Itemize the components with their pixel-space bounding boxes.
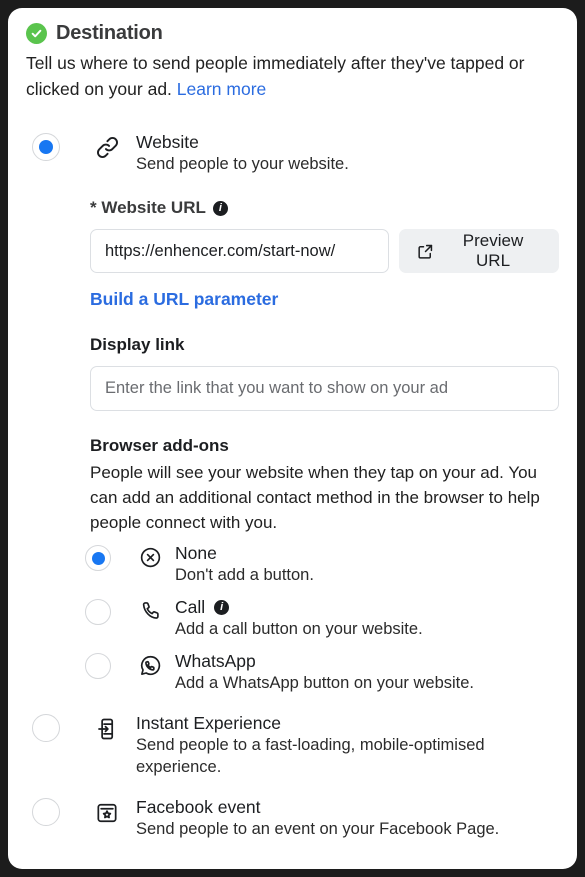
browser-addon-none-title: None [175, 543, 217, 563]
info-icon[interactable]: i [214, 599, 230, 615]
learn-more-link[interactable]: Learn more [177, 79, 267, 99]
browser-addon-none-text: None Don't add a button. [175, 542, 314, 586]
display-link-label: Display link [90, 335, 185, 354]
browser-addon-whatsapp-title: WhatsApp [175, 651, 256, 671]
browser-addon-call-subtitle: Add a call button on your website. [175, 620, 423, 638]
info-icon[interactable]: i [212, 200, 228, 216]
preview-url-button-label: Preview URL [462, 231, 524, 270]
page-title: Destination [56, 22, 163, 44]
external-link-icon [416, 242, 435, 261]
build-url-parameter-link[interactable]: Build a URL parameter [90, 289, 278, 310]
browser-addon-whatsapp-text: WhatsApp Add a WhatsApp button on your w… [175, 650, 474, 694]
destination-option-facebook-event[interactable]: Facebook event Send people to an event o… [26, 796, 559, 840]
instant-experience-icon [86, 716, 128, 742]
destination-option-website-text: Website Send people to your website. [136, 131, 349, 175]
preview-url-button[interactable]: Preview URL [399, 229, 559, 273]
phone-icon [131, 599, 169, 624]
radio-none-dot [91, 551, 105, 565]
instant-experience-title: Instant Experience [136, 713, 281, 733]
facebook-event-title: Facebook event [136, 797, 261, 817]
browser-addons-label: Browser add-ons [90, 436, 229, 455]
website-option-subtitle: Send people to your website. [136, 155, 349, 173]
radio-call[interactable] [85, 599, 111, 625]
whatsapp-icon [131, 653, 169, 678]
browser-addon-call-text: Call i Add a call button on your website… [175, 596, 423, 640]
website-url-input[interactable] [90, 229, 390, 273]
website-url-label: * Website URL [90, 198, 206, 217]
browser-addon-call-title: Call [175, 597, 206, 617]
website-url-row: Preview URL [90, 229, 559, 273]
display-link-input[interactable] [90, 366, 559, 411]
browser-addon-option-none[interactable]: None Don't add a button. [26, 542, 559, 586]
destination-option-instant-experience[interactable]: Instant Experience Send people to a fast… [26, 712, 559, 778]
browser-addon-whatsapp-subtitle: Add a WhatsApp button on your website. [175, 674, 475, 692]
facebook-event-icon [86, 800, 128, 826]
radio-website-dot [39, 140, 53, 154]
radio-whatsapp[interactable] [85, 653, 111, 679]
destination-card: Destination Tell us where to send people… [8, 8, 577, 869]
facebook-event-subtitle: Send people to an event on your Facebook… [136, 820, 500, 838]
radio-instant-experience[interactable] [32, 714, 60, 742]
check-circle-icon [26, 23, 47, 44]
facebook-event-text: Facebook event Send people to an event o… [136, 796, 499, 840]
link-icon [86, 134, 128, 161]
radio-website[interactable] [32, 133, 60, 161]
website-option-title: Website [136, 132, 199, 152]
destination-option-website[interactable]: Website Send people to your website. [26, 131, 559, 175]
display-link-block: Display link [90, 335, 559, 411]
radio-facebook-event[interactable] [32, 798, 60, 826]
browser-addon-call-title-row: Call i [175, 596, 423, 618]
destination-description: Tell us where to send people immediately… [26, 50, 559, 102]
destination-header: Destination [26, 22, 559, 45]
browser-addons-block: Browser add-ons People will see your web… [90, 436, 559, 535]
destination-description-text: Tell us where to send people immediately… [26, 53, 525, 99]
website-url-block: * Website URL i Preview URL Build [26, 198, 559, 535]
website-url-label-row: * Website URL i [90, 198, 559, 218]
instant-experience-subtitle: Send people to a fast-loading, mobile-op… [136, 736, 485, 776]
browser-addon-option-call[interactable]: Call i Add a call button on your website… [26, 596, 559, 640]
browser-addon-option-whatsapp[interactable]: WhatsApp Add a WhatsApp button on your w… [26, 650, 559, 694]
browser-addon-none-subtitle: Don't add a button. [175, 566, 314, 584]
x-circle-icon [131, 545, 169, 570]
radio-none[interactable] [85, 545, 111, 571]
instant-experience-text: Instant Experience Send people to a fast… [136, 712, 559, 778]
browser-addons-description: People will see your website when they t… [90, 463, 540, 532]
